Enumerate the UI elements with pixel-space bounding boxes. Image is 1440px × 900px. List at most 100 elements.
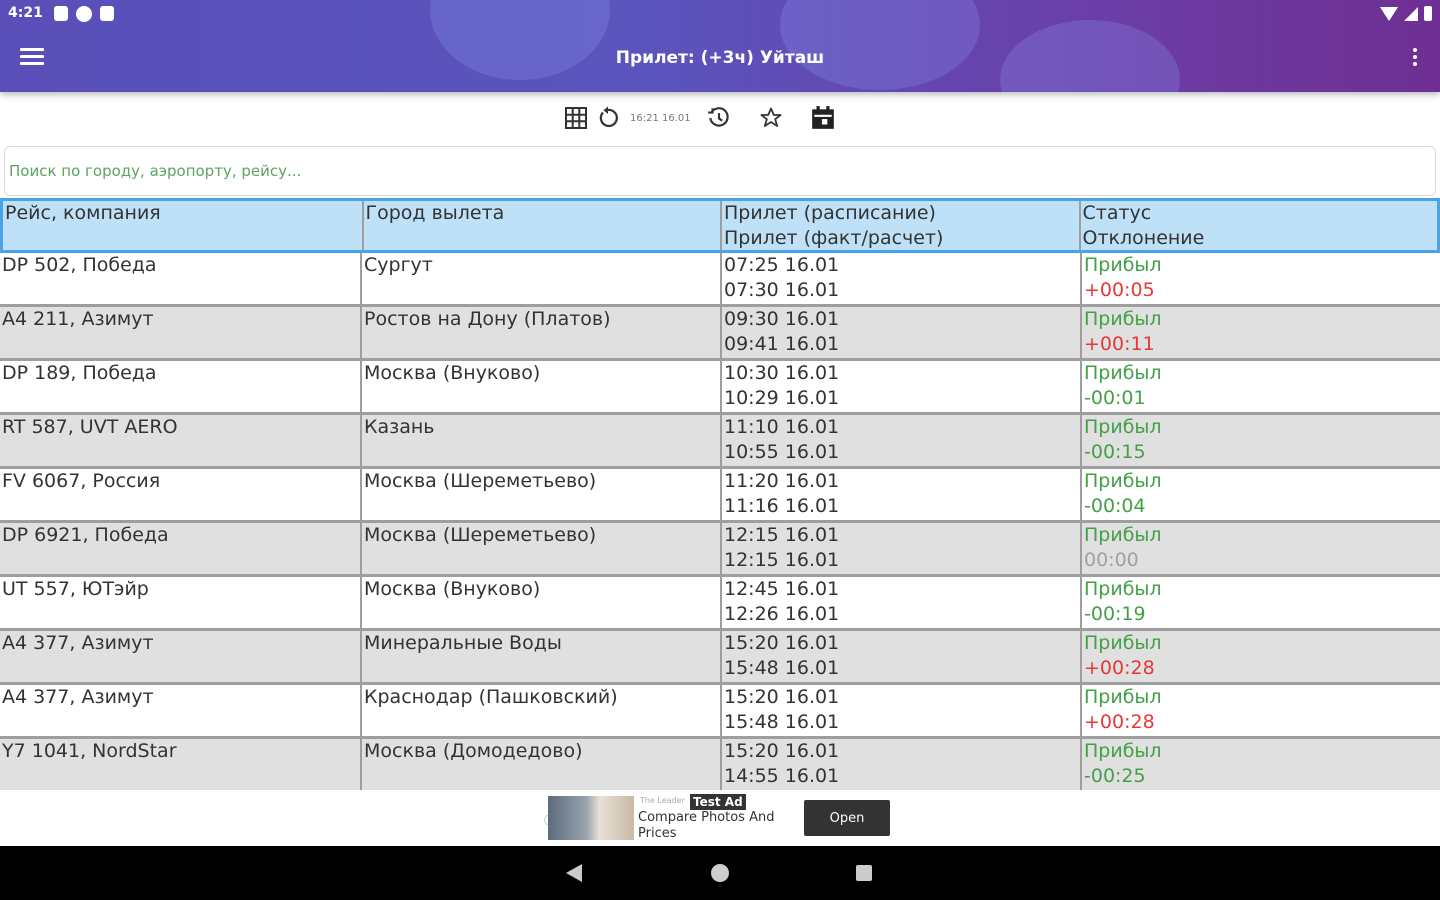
wifi-icon — [1380, 7, 1398, 21]
table-row[interactable]: DP 189, Победа Москва (Внуково) 10:30 16.0… — [0, 361, 1440, 415]
city-label: Сургут — [364, 254, 433, 276]
header-arrival[interactable]: Прилет (расписание) Прилет (факт/расчет) — [720, 201, 1079, 250]
city-label: Москва (Домодедово) — [364, 740, 583, 762]
last-updated-time: 16:21 16.01 — [630, 112, 691, 124]
cell-flight: A4 377, Азимут — [0, 631, 360, 682]
cell-flight: RT 587, UVT AERO — [0, 415, 360, 466]
cell-status: Прибыл -00:04 — [1080, 469, 1440, 520]
deviation-label: +00:05 — [1084, 279, 1155, 301]
flights-table: Рейс, компания Город вылета Прилет (расп… — [0, 198, 1440, 790]
table-row[interactable]: DP 6921, Победа Москва (Шереметьево) 12:15… — [0, 523, 1440, 577]
deviation-label: -00:04 — [1084, 495, 1146, 517]
cell-arrival: 15:20 16.01 14:55 16.01 — [720, 739, 1080, 790]
header-status[interactable]: Статус Отклонение — [1078, 201, 1438, 250]
cell-status: Прибыл +00:28 — [1080, 685, 1440, 736]
header-label: Прилет (расписание) — [724, 202, 936, 224]
cell-flight: DP 6921, Победа — [0, 523, 360, 574]
actual-time: 15:48 16.01 — [724, 657, 840, 679]
sd-card-icon — [100, 6, 114, 21]
cell-city: Москва (Шереметьево) — [360, 469, 720, 520]
cell-status: Прибыл +00:11 — [1080, 307, 1440, 358]
flight-label: Y7 1041, NordStar — [2, 740, 177, 762]
cell-arrival: 15:20 16.01 15:48 16.01 — [720, 685, 1080, 736]
ad-text[interactable]: Compare Photos And Prices — [638, 810, 798, 842]
status-label: Прибыл — [1084, 578, 1162, 600]
cell-arrival: 12:45 16.01 12:26 16.01 — [720, 577, 1080, 628]
status-time: 4:21 — [8, 5, 43, 21]
cell-arrival: 11:20 16.01 11:16 16.01 — [720, 469, 1080, 520]
actual-time: 07:30 16.01 — [724, 279, 840, 301]
cell-arrival: 12:15 16.01 12:15 16.01 — [720, 523, 1080, 574]
grid-icon[interactable] — [560, 102, 592, 134]
status-label: Прибыл — [1084, 308, 1162, 330]
table-row[interactable]: Y7 1041, NordStar Москва (Домодедово) 15:2… — [0, 739, 1440, 790]
status-label: Прибыл — [1084, 254, 1162, 276]
deviation-label: -00:25 — [1084, 765, 1146, 787]
search-input[interactable] — [4, 146, 1436, 196]
flight-label: DP 189, Победа — [2, 362, 157, 384]
back-icon[interactable] — [566, 864, 582, 882]
cell-arrival: 09:30 16.01 09:41 16.01 — [720, 307, 1080, 358]
ad-image[interactable] — [548, 796, 634, 840]
deviation-label: 00:00 — [1084, 549, 1139, 571]
status-bar: 4:21 — [0, 0, 1440, 28]
table-row[interactable]: DP 502, Победа Сургут 07:25 16.01 07:30 16.… — [0, 253, 1440, 307]
actual-time: 12:15 16.01 — [724, 549, 840, 571]
scheduled-time: 15:20 16.01 — [724, 740, 840, 762]
page-title: Прилет: (+3ч) Уйташ — [615, 48, 825, 68]
calendar-icon[interactable] — [807, 102, 839, 134]
city-label: Минеральные Воды — [364, 632, 562, 654]
ad-open-button[interactable]: Open — [804, 800, 890, 836]
cell-city: Сургут — [360, 253, 720, 304]
cell-arrival: 15:20 16.01 15:48 16.01 — [720, 631, 1080, 682]
notification-icons — [54, 6, 114, 22]
table-row[interactable]: A4 377, Азимут Минеральные Воды 15:20 16.0… — [0, 631, 1440, 685]
city-label: Краснодар (Пашковский) — [364, 686, 618, 708]
table-row[interactable]: A4 377, Азимут Краснодар (Пашковский) 15:2… — [0, 685, 1440, 739]
header-city[interactable]: Город вылета — [361, 201, 721, 250]
actual-time: 12:26 16.01 — [724, 603, 840, 625]
notification-icon — [54, 6, 68, 21]
flight-label: A4 377, Азимут — [2, 632, 154, 654]
cell-status: Прибыл +00:28 — [1080, 631, 1440, 682]
table-body: DP 502, Победа Сургут 07:25 16.01 07:30 16.… — [0, 253, 1440, 790]
ad-banner[interactable]: ⓘ The Leader Test Ad Compare Photos And … — [544, 792, 896, 844]
refresh-icon[interactable] — [592, 102, 624, 134]
app-header: 4:21 Прилет: (+3ч) Уйташ — [0, 0, 1440, 92]
cell-arrival: 11:10 16.01 10:55 16.01 — [720, 415, 1080, 466]
overflow-menu-icon[interactable] — [1410, 48, 1420, 72]
home-icon[interactable] — [711, 864, 729, 882]
flight-label: RT 587, UVT AERO — [2, 416, 178, 438]
cell-city: Краснодар (Пашковский) — [360, 685, 720, 736]
table-row[interactable]: RT 587, UVT AERO Казань 11:10 16.01 10:55 1… — [0, 415, 1440, 469]
cell-city: Казань — [360, 415, 720, 466]
actual-time: 10:29 16.01 — [724, 387, 840, 409]
cell-status: Прибыл -00:15 — [1080, 415, 1440, 466]
header-label: Прилет (факт/расчет) — [724, 227, 944, 249]
flight-label: UT 557, ЮТэйр — [2, 578, 149, 600]
scheduled-time: 12:15 16.01 — [724, 524, 840, 546]
star-icon[interactable] — [755, 102, 787, 134]
recent-apps-icon[interactable] — [856, 865, 872, 881]
status-label: Прибыл — [1084, 686, 1162, 708]
scheduled-time: 11:20 16.01 — [724, 470, 840, 492]
header-flight[interactable]: Рейс, компания — [3, 201, 362, 250]
actual-time: 11:16 16.01 — [724, 495, 840, 517]
deviation-label: +00:28 — [1084, 657, 1155, 679]
history-icon[interactable] — [703, 102, 735, 134]
status-label: Прибыл — [1084, 632, 1162, 654]
table-row[interactable]: A4 211, Азимут Ростов на Дону (Платов) 09:… — [0, 307, 1440, 361]
deviation-label: -00:19 — [1084, 603, 1146, 625]
scheduled-time: 15:20 16.01 — [724, 632, 840, 654]
scheduled-time: 10:30 16.01 — [724, 362, 840, 384]
flight-label: A4 211, Азимут — [2, 308, 154, 330]
table-row[interactable]: UT 557, ЮТэйр Москва (Внуково) 12:45 16.01… — [0, 577, 1440, 631]
deviation-label: -00:01 — [1084, 387, 1146, 409]
table-row[interactable]: FV 6067, Россия Москва (Шереметьево) 11:20… — [0, 469, 1440, 523]
header-label: Рейс, компания — [5, 202, 161, 224]
flight-label: DP 502, Победа — [2, 254, 157, 276]
cell-flight: A4 211, Азимут — [0, 307, 360, 358]
city-label: Москва (Внуково) — [364, 578, 541, 600]
cell-city: Минеральные Воды — [360, 631, 720, 682]
cell-city: Москва (Внуково) — [360, 361, 720, 412]
